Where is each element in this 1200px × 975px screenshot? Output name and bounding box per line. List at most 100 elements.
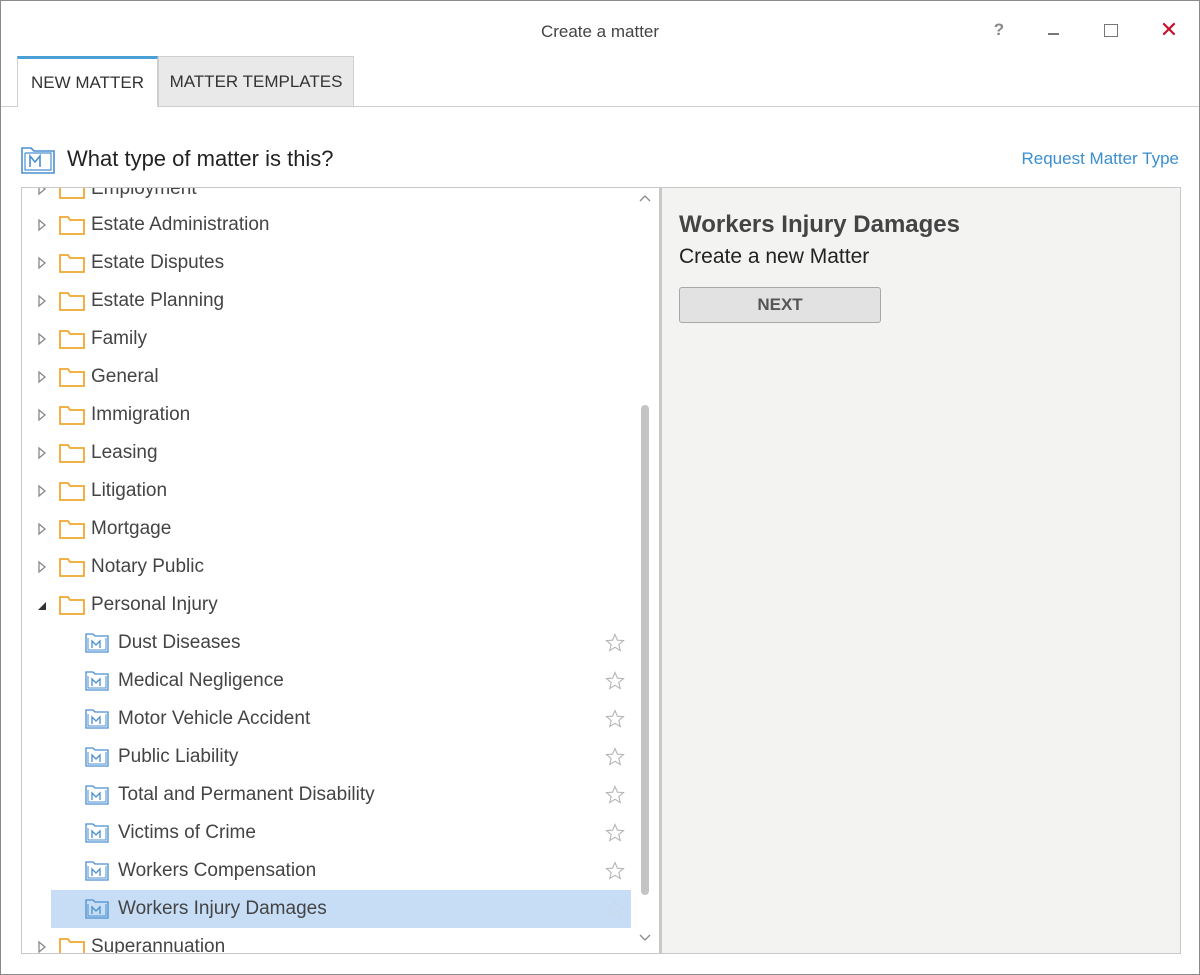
expand-arrow-icon[interactable] xyxy=(36,256,48,270)
question-row: What type of matter is this? xyxy=(21,141,334,177)
tree-folder-estate-disputes[interactable]: Estate Disputes xyxy=(22,244,632,282)
tree-item-label: Medical Negligence xyxy=(118,670,284,691)
expand-arrow-icon[interactable] xyxy=(36,940,48,954)
expand-arrow-icon[interactable] xyxy=(36,332,48,346)
tree-item-label: General xyxy=(91,366,159,387)
expand-arrow-icon[interactable] xyxy=(36,218,48,232)
tree-item-label: Leasing xyxy=(91,442,158,463)
title-bar: Create a matter ? ✕ xyxy=(1,1,1199,57)
tree-item-label: Superannuation xyxy=(91,936,226,954)
tree-item-label: Family xyxy=(91,328,147,349)
tree-item-workers-injury-damages[interactable]: Workers Injury Damages xyxy=(51,890,631,928)
tree-item-medical-negligence[interactable]: Medical Negligence xyxy=(22,662,632,700)
tree-folder-litigation[interactable]: Litigation xyxy=(22,472,632,510)
expand-arrow-icon[interactable] xyxy=(36,446,48,460)
expand-arrow-icon[interactable] xyxy=(36,408,48,422)
close-button[interactable]: ✕ xyxy=(1151,15,1187,45)
tree-folder-mortgage[interactable]: Mortgage xyxy=(22,510,632,548)
tree-folder-notary-public[interactable]: Notary Public xyxy=(22,548,632,586)
expand-arrow-icon[interactable] xyxy=(36,484,48,498)
tree-folder-leasing[interactable]: Leasing xyxy=(22,434,632,472)
tree-folder-estate-planning[interactable]: Estate Planning xyxy=(22,282,632,320)
matter-type-icon xyxy=(85,633,109,653)
expand-arrow-icon[interactable] xyxy=(36,522,48,536)
tree-item-label: Notary Public xyxy=(91,556,204,577)
matter-type-icon xyxy=(21,147,55,174)
detail-panel: Workers Injury Damages Create a new Matt… xyxy=(662,187,1181,954)
matter-type-icon xyxy=(85,861,109,881)
tab-matter-templates[interactable]: MATTER TEMPLATES xyxy=(158,56,354,106)
scroll-down-arrow-icon[interactable] xyxy=(639,932,651,942)
folder-icon xyxy=(59,292,85,311)
window-title: Create a matter xyxy=(540,22,660,41)
tree-item-label: Dust Diseases xyxy=(118,632,241,653)
folder-icon xyxy=(59,406,85,425)
tree-item-victims-of-crime[interactable]: Victims of Crime xyxy=(22,814,632,852)
folder-icon xyxy=(59,216,85,235)
favorite-star-icon[interactable] xyxy=(605,785,625,805)
folder-icon xyxy=(59,444,85,463)
matter-type-icon xyxy=(85,785,109,805)
expand-arrow-icon[interactable] xyxy=(36,370,48,384)
matter-type-icon xyxy=(85,709,109,729)
tree-folder-superannuation[interactable]: Superannuation xyxy=(22,928,632,954)
tree-item-label: Estate Planning xyxy=(91,290,225,311)
folder-icon xyxy=(59,482,85,501)
tree-item-total-and-permanent-disability[interactable]: Total and Permanent Disability xyxy=(22,776,632,814)
folder-icon xyxy=(59,368,85,387)
tree-item-motor-vehicle-accident[interactable]: Motor Vehicle Accident xyxy=(22,700,632,738)
tree-item-label: Personal Injury xyxy=(91,594,218,615)
maximize-button[interactable] xyxy=(1093,15,1129,45)
favorite-star-icon[interactable] xyxy=(605,671,625,691)
tree-item-label: Mortgage xyxy=(91,518,172,539)
minimize-icon xyxy=(1047,33,1059,35)
tree-folder-personal-injury[interactable]: Personal Injury xyxy=(22,586,632,624)
favorite-star-icon[interactable] xyxy=(605,899,625,919)
tree-item-label: Total and Permanent Disability xyxy=(118,784,375,805)
tree-item-label: Victims of Crime xyxy=(118,822,256,843)
folder-icon xyxy=(59,520,85,539)
next-button[interactable]: NEXT xyxy=(679,287,881,323)
tree-folder-immigration[interactable]: Immigration xyxy=(22,396,632,434)
tree-item-label: Employment xyxy=(91,187,197,199)
favorite-star-icon[interactable] xyxy=(605,861,625,881)
folder-icon xyxy=(59,330,85,349)
tree-item-dust-diseases[interactable]: Dust Diseases xyxy=(22,624,632,662)
scroll-up-arrow-icon[interactable] xyxy=(639,194,651,204)
tree-item-label: Workers Injury Damages xyxy=(118,898,327,919)
favorite-star-icon[interactable] xyxy=(605,747,625,767)
folder-icon xyxy=(59,938,85,953)
tree-item-public-liability[interactable]: Public Liability xyxy=(22,738,632,776)
tree-folder-employment[interactable]: Employment xyxy=(22,187,632,208)
folder-icon xyxy=(59,254,85,273)
maximize-icon xyxy=(1104,23,1118,37)
help-button[interactable]: ? xyxy=(981,15,1017,45)
tab-new-matter[interactable]: NEW MATTER xyxy=(17,56,158,106)
tree-item-label: Estate Administration xyxy=(91,214,270,235)
minimize-button[interactable] xyxy=(1035,15,1071,45)
folder-icon xyxy=(59,558,85,577)
matter-type-icon xyxy=(85,823,109,843)
expand-arrow-icon[interactable] xyxy=(36,187,48,196)
expand-arrow-icon[interactable] xyxy=(36,560,48,574)
matter-type-icon xyxy=(85,899,109,919)
tree-folder-family[interactable]: Family xyxy=(22,320,632,358)
tree-item-workers-compensation[interactable]: Workers Compensation xyxy=(22,852,632,890)
collapse-arrow-icon[interactable] xyxy=(36,598,48,612)
folder-icon xyxy=(59,188,85,199)
selected-matter-type-title: Workers Injury Damages xyxy=(679,211,961,238)
expand-arrow-icon[interactable] xyxy=(36,294,48,308)
request-matter-type-link[interactable]: Request Matter Type xyxy=(1022,149,1180,169)
matter-type-tree: Employment Estate Administration Estate … xyxy=(21,187,660,954)
tree-item-label: Motor Vehicle Accident xyxy=(118,708,311,729)
favorite-star-icon[interactable] xyxy=(605,823,625,843)
create-matter-window: Create a matter ? ✕ NEW MATTER MATTER TE… xyxy=(0,0,1200,975)
tree-item-label: Estate Disputes xyxy=(91,252,225,273)
favorite-star-icon[interactable] xyxy=(605,709,625,729)
scrollbar-thumb[interactable] xyxy=(641,405,649,895)
favorite-star-icon[interactable] xyxy=(605,633,625,653)
tab-divider-gap xyxy=(18,106,157,107)
tree-scrollbar[interactable] xyxy=(634,188,658,953)
tree-folder-general[interactable]: General xyxy=(22,358,632,396)
tree-folder-estate-administration[interactable]: Estate Administration xyxy=(22,206,632,244)
